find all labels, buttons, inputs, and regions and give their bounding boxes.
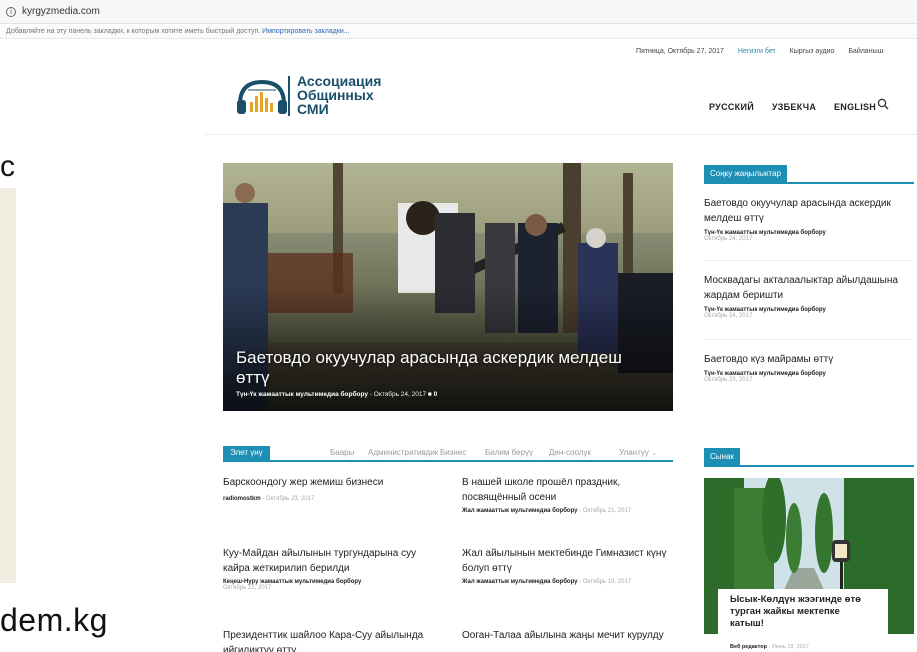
hero-author[interactable]: Түн-Үк жамааттык мультимедиа борбору — [236, 391, 368, 398]
category-tabs: Элет үнү Баары Административдик Бизнес Б… — [223, 446, 673, 462]
contest-header: Сынак — [704, 446, 914, 467]
audio-link[interactable]: Кыргыз аудио — [790, 48, 835, 55]
latest-item[interactable]: Баетовдо күз майрамы өттү Түн-Үк жамаатт… — [704, 352, 914, 383]
tab-elet-unu[interactable]: Элет үнү — [223, 446, 270, 460]
latest-item[interactable]: Москвадагы акталаалыктар айылдашына жард… — [704, 273, 914, 319]
article-meta: radiomostkm - Октябрь 23, 2017 — [223, 496, 315, 502]
tab-education[interactable]: Билим берүү — [485, 446, 533, 460]
slide-domain-text: dem.kg — [0, 602, 108, 638]
article-title[interactable]: Ооган-Талаа айылына жаңы мечит курулду — [462, 628, 677, 643]
article-meta: Кеңеш-Нуру жамааттык мультимедиа борбору… — [223, 579, 438, 591]
lang-russian[interactable]: РУССКИЙ — [709, 102, 754, 112]
article-date: Октябрь 21, 2017 — [582, 508, 632, 514]
bookmarks-hint: Добавляйте на эту панель закладки, к кот… — [6, 28, 261, 35]
tab-all[interactable]: Баары — [330, 446, 354, 460]
latest-news-label: Соңку жаңылыктар — [704, 165, 787, 182]
article-item[interactable]: Жал айылынын мектебинде Гимназист күнү б… — [462, 546, 677, 585]
latest-item-date: Октябрь 24, 2017 — [704, 313, 753, 319]
contest-meta: Веб редактор - Июнь 19, 2017 — [730, 644, 809, 650]
import-bookmarks-link[interactable]: Импортировать закладки... — [262, 28, 349, 35]
info-icon[interactable]: i — [6, 7, 16, 17]
article-title[interactable]: Президенттик шайлоо Кара-Суу айылында ий… — [223, 628, 438, 652]
latest-item-title[interactable]: Баетовдо окуучулар арасында аскердик мел… — [704, 196, 914, 226]
contest-date: Июнь 19, 2017 — [771, 644, 809, 650]
contest-author[interactable]: Веб редактор — [730, 644, 767, 650]
address-bar[interactable]: i kyrgyzmedia.com — [0, 0, 917, 24]
logo-line-3: СМИ — [297, 101, 329, 117]
language-nav: РУССКИЙ УЗБЕКЧА ENGLISH — [709, 102, 891, 112]
article-date: Октябрь 21, 2017 — [223, 585, 272, 591]
latest-item-date: Октябрь 23, 2017 — [704, 377, 753, 383]
article-date: Октябрь 19, 2017 — [582, 579, 632, 585]
latest-item[interactable]: Баетовдо окуучулар арасында аскердик мел… — [704, 196, 914, 242]
comment-icon: ■ — [427, 391, 432, 398]
article-item[interactable]: Ооган-Талаа айылына жаңы мечит курулду — [462, 628, 677, 643]
article-item[interactable]: Барскоондогу жер жемиш бизнеси radiomost… — [223, 475, 438, 502]
sidebar-divider — [704, 260, 914, 261]
article-item[interactable]: Президенттик шайлоо Кара-Суу айылында ий… — [223, 628, 438, 652]
top-date: Пятница, Октябрь 27, 2017 — [636, 48, 724, 55]
article-meta: Жал жамааттык мультимедиа борбору - Октя… — [462, 508, 632, 514]
header-divider — [205, 134, 917, 135]
bookmarks-bar: Добавляйте на эту панель закладки, к кот… — [0, 25, 917, 39]
article-item[interactable]: В нашей школе прошёл праздник, посвящённ… — [462, 475, 677, 514]
article-title[interactable]: В нашей школе прошёл праздник, посвящённ… — [462, 475, 677, 505]
article-author[interactable]: radiomostkm — [223, 496, 261, 502]
slide-letter: c — [0, 150, 15, 183]
hero-comments[interactable]: 0 — [434, 391, 438, 398]
article-item[interactable]: Куу-Майдан айылынын тургундарына суу кай… — [223, 546, 438, 591]
logo-line-1: Ассоциация — [297, 73, 382, 89]
article-author[interactable]: Жал жамааттык мультимедиа борбору — [462, 579, 578, 585]
latest-item-title[interactable]: Москвадагы акталаалыктар айылдашына жард… — [704, 273, 914, 303]
latest-item-date: Октябрь 24, 2017 — [704, 236, 753, 242]
hero-meta: Түн-Үк жамааттык мультимедиа борбору - О… — [236, 391, 438, 398]
article-author[interactable]: Жал жамааттык мультимедиа борбору — [462, 508, 578, 514]
sidebar-divider — [704, 339, 914, 340]
article-meta: Жал жамааттык мультимедиа борбору - Октя… — [462, 579, 632, 585]
logo-text[interactable]: Ассоциация Общинных СМИ — [297, 74, 381, 116]
article-date: Октябрь 23, 2017 — [266, 496, 315, 502]
latest-item-title[interactable]: Баетовдо күз майрамы өттү — [704, 352, 914, 367]
top-bar: Пятница, Октябрь 27, 2017 Негизги бет Кы… — [636, 48, 895, 55]
contest-title-box[interactable]: Ысык-Көлдүн жээгинде өтө турган жайкы ме… — [718, 589, 888, 635]
tab-business[interactable]: Бизнес — [440, 446, 466, 460]
contest-label: Сынак — [704, 448, 740, 465]
article-title[interactable]: Жал айылынын мектебинде Гимназист күнү б… — [462, 546, 677, 576]
chevron-down-icon: ⌄ — [651, 450, 657, 457]
latest-news-header: Соңку жаңылыктар — [704, 163, 914, 184]
slide-fragment — [0, 188, 16, 583]
contact-link[interactable]: Байланыш — [848, 48, 883, 55]
tab-administrative[interactable]: Административдик — [368, 446, 438, 460]
search-icon[interactable] — [877, 98, 889, 110]
tab-more-label: Улантуу — [619, 448, 649, 457]
logo-icon[interactable] — [234, 74, 294, 118]
logo-line-2: Общинных — [297, 87, 374, 103]
lang-english[interactable]: ENGLISH — [834, 102, 876, 112]
home-link[interactable]: Негизги бет — [738, 48, 776, 55]
tab-more[interactable]: Улантуу ⌄ — [619, 446, 657, 460]
article-title[interactable]: Барскоондогу жер жемиш бизнеси — [223, 475, 438, 490]
tab-health[interactable]: Ден-соолук — [549, 446, 591, 460]
lang-uzbek[interactable]: УЗБЕКЧА — [772, 102, 816, 112]
hero-date: Октябрь 24, 2017 — [373, 391, 427, 398]
hero-title[interactable]: Баетовдо окуучулар арасында аскердик мел… — [236, 348, 656, 388]
logo-divider — [288, 76, 290, 116]
url-text[interactable]: kyrgyzmedia.com — [22, 6, 100, 17]
contest-title[interactable]: Ысык-Көлдүн жээгинде өтө турган жайкы ме… — [730, 594, 876, 630]
article-title[interactable]: Куу-Майдан айылынын тургундарына суу кай… — [223, 546, 438, 576]
